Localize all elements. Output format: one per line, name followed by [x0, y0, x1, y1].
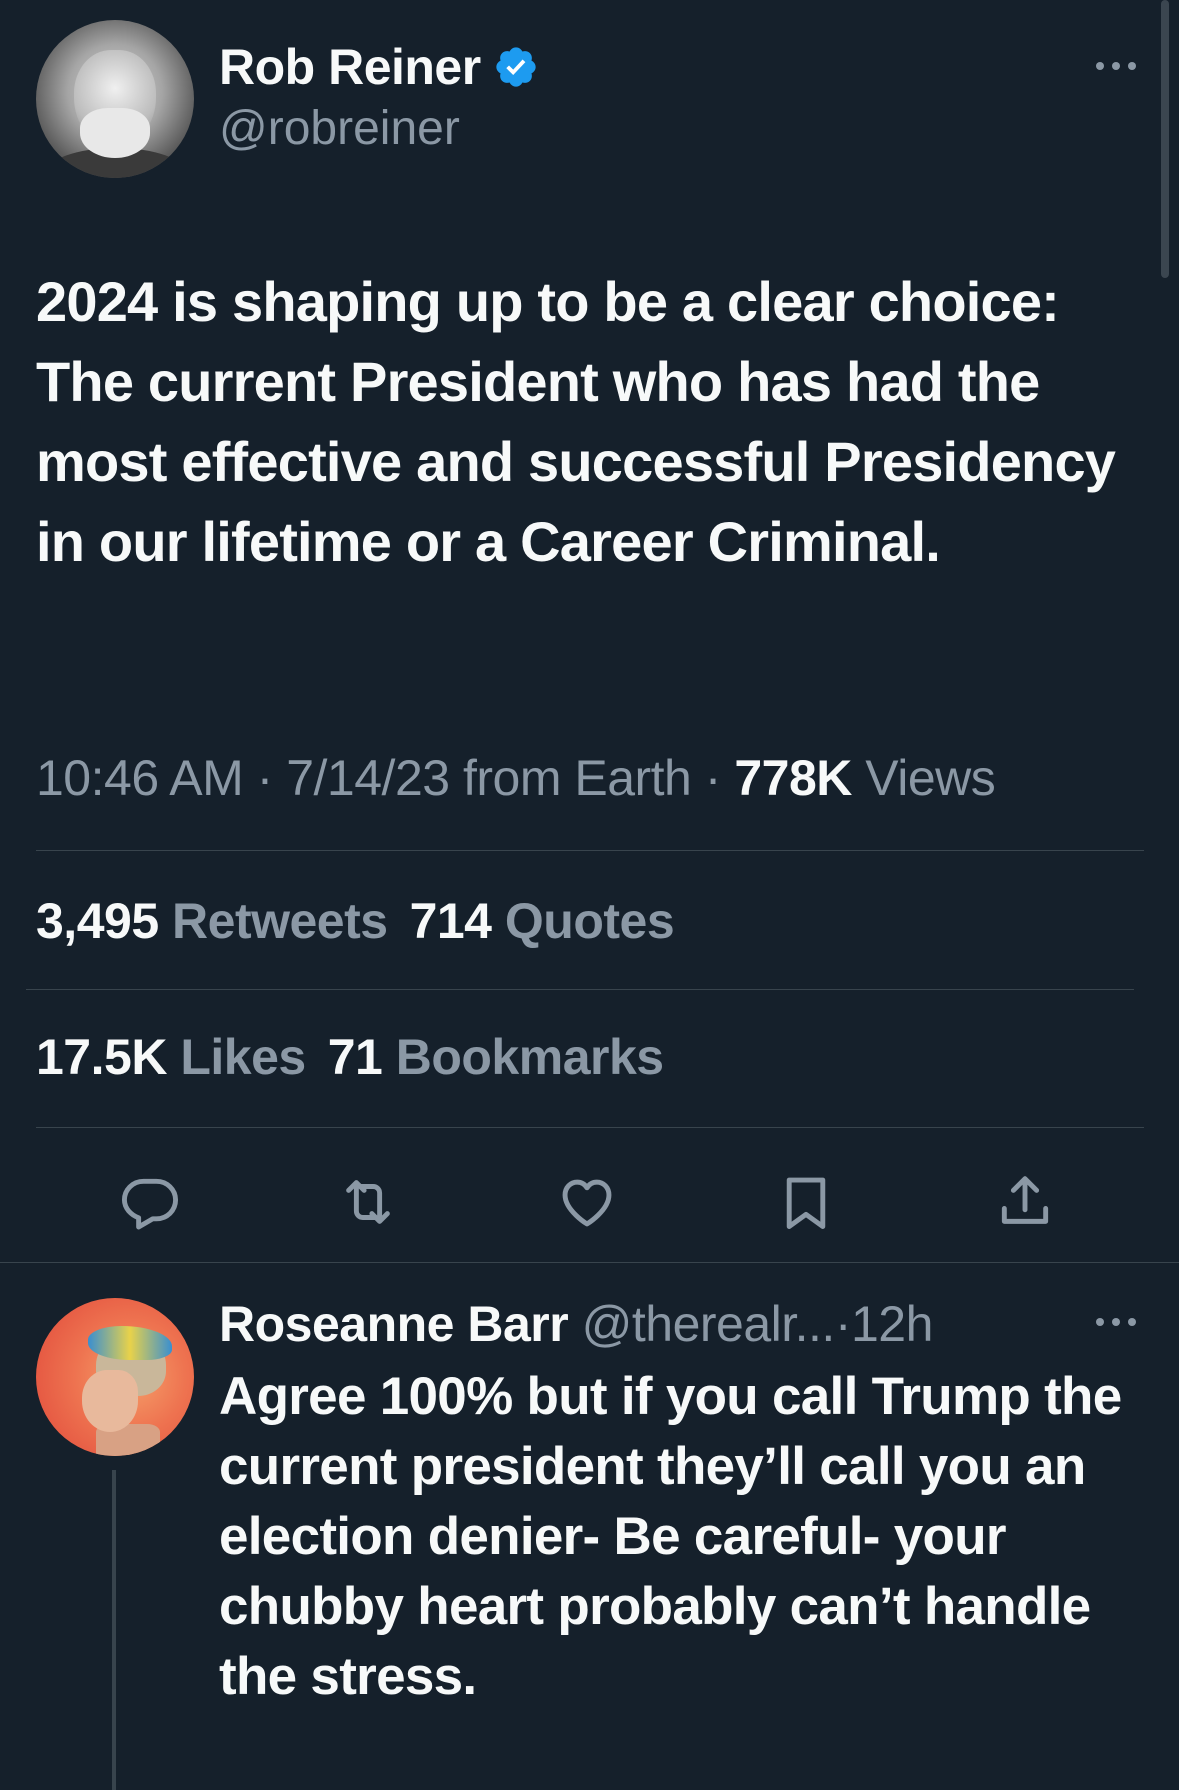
bookmarks-label: Bookmarks [395, 1029, 664, 1085]
like-bookmark-stats: 17.5K Likes 71 Bookmarks [36, 1027, 686, 1087]
divider [36, 850, 1144, 851]
avatar-scarf [88, 1326, 172, 1360]
reply-author-avatar[interactable] [36, 1298, 194, 1456]
more-options-icon[interactable] [1094, 56, 1138, 76]
tweet-date[interactable]: 7/14/23 [286, 750, 450, 806]
tweet-time[interactable]: 10:46 AM [36, 750, 244, 806]
retweets-stat[interactable]: 3,495 Retweets [36, 893, 410, 949]
reply-more-options-icon[interactable] [1094, 1312, 1138, 1332]
tweet-source: from Earth [462, 750, 692, 806]
quotes-stat[interactable]: 714 Quotes [410, 893, 697, 949]
views-label: Views [865, 750, 996, 806]
retweets-label: Retweets [172, 893, 388, 949]
reply-separator: · [834, 1296, 852, 1352]
avatar-beard [80, 108, 150, 158]
bookmark-button[interactable] [775, 1171, 837, 1233]
author-name[interactable]: Rob Reiner [219, 38, 539, 96]
author-avatar[interactable] [36, 20, 194, 178]
divider [36, 1127, 1144, 1128]
divider [26, 989, 1134, 990]
author-handle[interactable]: @robreiner [219, 101, 460, 156]
reply-text: Agree 100% but if you call Trump the cur… [219, 1367, 1122, 1706]
retweet-quote-stats: 3,495 Retweets 714 Quotes [36, 891, 696, 951]
reply-header: Roseanne Barr @therealr...·12h [219, 1292, 933, 1356]
bookmarks-count: 71 [327, 1029, 383, 1085]
quotes-label: Quotes [504, 893, 675, 949]
tweet-text: 2024 is shaping up to be a clear choice:… [36, 270, 1116, 573]
likes-count: 17.5K [36, 1029, 167, 1085]
tweet-actions-bar [0, 1165, 1179, 1237]
retweets-count: 3,495 [36, 893, 159, 949]
meta-separator: · [704, 750, 722, 806]
reply-time[interactable]: 12h [851, 1296, 933, 1352]
heart-icon [562, 1179, 612, 1227]
verified-badge-icon[interactable] [493, 44, 539, 90]
share-icon [1001, 1176, 1049, 1224]
like-button[interactable] [556, 1171, 618, 1233]
reply-button[interactable] [119, 1171, 181, 1233]
reply-author-name[interactable]: Roseanne Barr [219, 1296, 569, 1352]
author-name-text: Rob Reiner [219, 39, 481, 95]
views-count: 778K [734, 750, 852, 806]
avatar-face [82, 1370, 138, 1432]
quotes-count: 714 [409, 893, 492, 949]
retweet-button[interactable] [337, 1171, 399, 1233]
thread-line [112, 1470, 116, 1790]
tweet-meta: 10:46 AM · 7/14/23 from Earth · 778K Vie… [36, 748, 996, 808]
bookmark-icon [786, 1177, 826, 1229]
section-divider [0, 1262, 1179, 1263]
bookmarks-stat[interactable]: 71 Bookmarks [328, 1029, 686, 1085]
reply-icon [121, 1178, 179, 1230]
likes-label: Likes [180, 1029, 306, 1085]
reply-author-handle[interactable]: @therealr... [582, 1296, 836, 1352]
retweet-icon [346, 1180, 390, 1224]
share-button[interactable] [994, 1171, 1056, 1233]
meta-separator: · [256, 750, 274, 806]
likes-stat[interactable]: 17.5K Likes [36, 1029, 328, 1085]
scrollbar[interactable] [1161, 0, 1169, 278]
